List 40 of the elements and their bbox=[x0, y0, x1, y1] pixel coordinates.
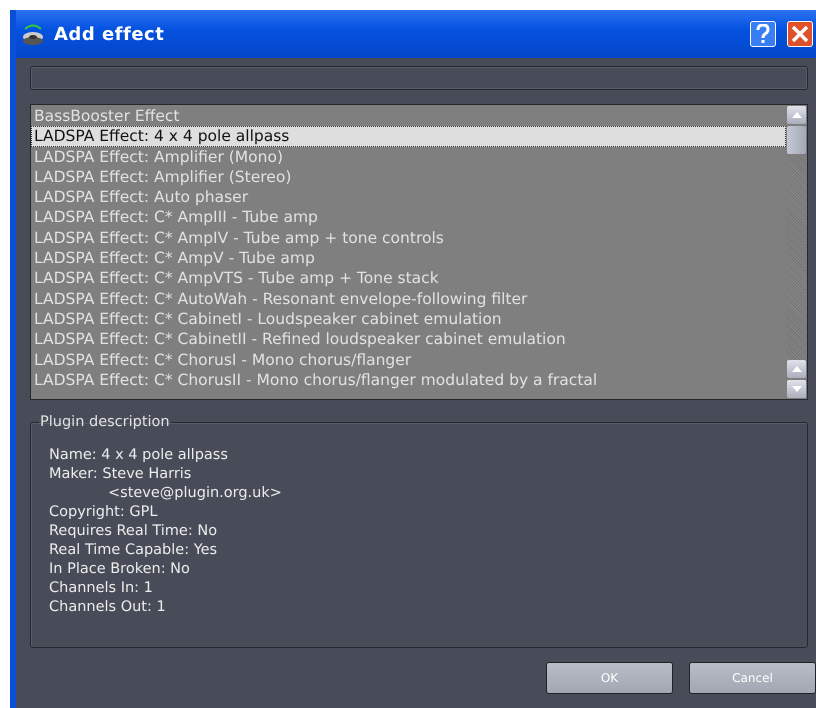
effect-item[interactable]: LADSPA Effect: C* AmpV - Tube amp bbox=[31, 248, 786, 268]
effect-item[interactable]: LADSPA Effect: Amplifier (Mono) bbox=[31, 146, 786, 167]
description-line: <steve@plugin.org.uk> bbox=[107, 484, 283, 503]
help-button[interactable] bbox=[750, 21, 776, 47]
effect-item[interactable]: LADSPA Effect: C* CabinetI - Loudspeaker cabinet emulation bbox=[31, 308, 786, 330]
effect-item[interactable]: LADSPA Effect: Auto phaser bbox=[31, 187, 786, 208]
effect-item[interactable]: LADSPA Effect: C* ChorusII - Mono chorus/flanger modulated by a fractal bbox=[31, 370, 786, 390]
scroll-down-button[interactable] bbox=[787, 380, 806, 398]
scroll-up-button[interactable] bbox=[787, 360, 806, 378]
effect-item[interactable]: LADSPA Effect: Amplifier (Stereo) bbox=[31, 166, 786, 188]
ok-button[interactable]: OK bbox=[546, 662, 673, 694]
effect-item[interactable]: LADSPA Effect: C* ChorusI - Mono chorus/flanger bbox=[31, 350, 786, 370]
description-line: Maker: Steve Harris bbox=[49, 465, 192, 484]
description-line: Channels In: 1 bbox=[49, 579, 154, 598]
effect-item[interactable]: LADSPA Effect: C* AmpVTS - Tube amp + Tone stack bbox=[31, 268, 786, 289]
effect-item[interactable]: LADSPA Effect: 4 x 4 pole allpass bbox=[31, 126, 786, 147]
description-line: Channels Out: 1 bbox=[49, 598, 167, 617]
cancel-button[interactable]: Cancel bbox=[689, 662, 816, 694]
up-arrow-icon bbox=[792, 112, 802, 118]
effect-item[interactable]: LADSPA Effect: C* AmpIV - Tube amp + tone controls bbox=[31, 228, 786, 248]
search-field[interactable] bbox=[30, 66, 808, 90]
effect-item[interactable]: LADSPA Effect: C* CabinetII - Refined loudspeaker cabinet emulation bbox=[31, 329, 786, 350]
scroll-up-button[interactable] bbox=[787, 106, 806, 124]
description-line: In Place Broken: No bbox=[49, 560, 191, 579]
close-icon bbox=[791, 25, 809, 43]
description-line: Name: 4 x 4 pole allpass bbox=[49, 446, 229, 465]
effect-item[interactable]: LADSPA Effect: C* AutoWah - Resonant envelope-following filter bbox=[31, 288, 786, 309]
description-line: Requires Real Time: No bbox=[49, 522, 218, 541]
question-mark-icon bbox=[756, 24, 770, 44]
effect-item[interactable]: LADSPA Effect: C* AmpIII - Tube amp bbox=[31, 207, 786, 228]
scroll-thumb[interactable] bbox=[787, 126, 806, 154]
description-line: Copyright: GPL bbox=[49, 503, 158, 522]
down-arrow-icon bbox=[792, 386, 802, 392]
up-arrow-icon bbox=[792, 366, 802, 372]
panel-title: Plugin description bbox=[39, 414, 171, 430]
description-line: Real Time Capable: Yes bbox=[49, 541, 218, 560]
scrollbar[interactable] bbox=[786, 105, 807, 399]
effect-item[interactable]: BassBooster Effect bbox=[31, 106, 786, 126]
close-button[interactable] bbox=[787, 21, 813, 47]
window-title: Add effect bbox=[54, 24, 166, 44]
